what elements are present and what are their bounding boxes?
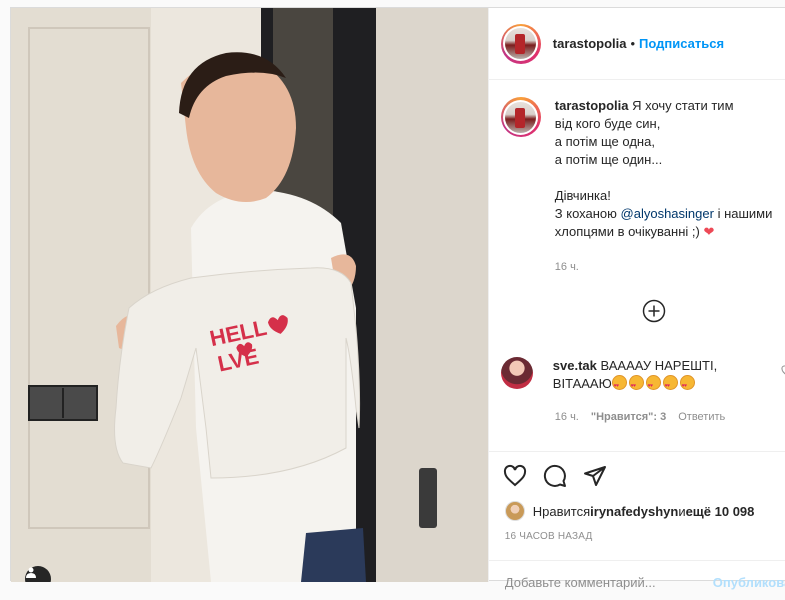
- caption-text: tarastopolia Я хочу стати тим від кого б…: [555, 97, 785, 241]
- photo-illustration: HELL LVE: [11, 8, 488, 582]
- comment-input[interactable]: [504, 575, 695, 590]
- share-icon[interactable]: [583, 464, 607, 488]
- author-username[interactable]: tarastopolia: [553, 36, 627, 51]
- comment-text: sve.tak ВААААУ НАРЕШТІ, ВІТАААЮ: [553, 357, 763, 395]
- post-modal: HELL LVE tarastopolia • Подписаться tara…: [10, 7, 785, 590]
- heart-eyes-emoji: [662, 375, 678, 395]
- liker-avatar: [504, 501, 525, 521]
- header-separator: •: [630, 36, 636, 51]
- author-avatar[interactable]: [500, 23, 541, 64]
- post-caption: tarastopolia Я хочу стати тим від кого б…: [500, 97, 785, 241]
- comments-scroll[interactable]: tarastopolia Я хочу стати тим від кого б…: [489, 81, 785, 451]
- user-tag-icon: [26, 567, 36, 578]
- post-time[interactable]: 16 ЧАСОВ НАЗАД: [505, 531, 593, 542]
- likes-mid: и: [678, 503, 686, 519]
- red-heart-emoji: ❤: [703, 224, 715, 239]
- comment-likes[interactable]: "Нравится": 3: [591, 411, 666, 423]
- likes-count[interactable]: ещё 10 098: [686, 504, 755, 519]
- comment-item: sve.tak ВААААУ НАРЕШТІ, ВІТАААЮ: [500, 357, 763, 395]
- caption-line: хлопцями в очікуванні ;): [554, 224, 704, 239]
- follow-button[interactable]: Подписаться: [639, 36, 724, 51]
- post-sidebar: tarastopolia • Подписаться tarastopolia …: [487, 8, 785, 590]
- load-more-comments-icon[interactable]: [642, 299, 666, 323]
- liker-username[interactable]: irynafedyshyn: [590, 504, 678, 519]
- caption-line: і нашими: [713, 206, 773, 221]
- comment-meta: 16 ч. "Нравится": 3 Ответить: [555, 411, 725, 423]
- comment-like-icon[interactable]: [781, 365, 785, 377]
- heart-eyes-emoji: [611, 375, 627, 395]
- post-actions: Нравится irynafedyshyn и ещё 10 098 16 Ч…: [488, 451, 785, 590]
- caption-username[interactable]: tarastopolia: [555, 98, 629, 113]
- action-icons: [503, 464, 607, 488]
- comment-time[interactable]: 16 ч.: [555, 411, 579, 423]
- heart-icon[interactable]: [503, 464, 527, 488]
- likes-prefix: Нравится: [532, 503, 591, 519]
- caption-line: Я хочу стати тим: [632, 98, 734, 113]
- comment-username[interactable]: sve.tak: [553, 358, 597, 373]
- comment-icon[interactable]: [543, 464, 567, 488]
- caption-line: Дівчинка!: [554, 188, 611, 203]
- heart-eyes-emoji: [628, 375, 644, 395]
- mention-link[interactable]: @alyoshasinger: [621, 206, 714, 221]
- likes-summary[interactable]: Нравится irynafedyshyn и ещё 10 098: [504, 501, 755, 521]
- caption-line: а потім ще один...: [554, 152, 663, 167]
- publish-button[interactable]: Опубликовать: [713, 575, 785, 590]
- add-comment-bar: Опубликовать: [488, 560, 785, 600]
- caption-line: від кого буде син,: [554, 116, 661, 131]
- post-photo[interactable]: HELL LVE: [11, 8, 488, 582]
- caption-avatar[interactable]: [500, 97, 541, 137]
- comment-avatar[interactable]: [500, 357, 533, 389]
- heart-eyes-emoji: [645, 375, 661, 395]
- reply-button[interactable]: Ответить: [678, 411, 725, 423]
- caption-time[interactable]: 16 ч.: [555, 261, 579, 273]
- heart-eyes-emoji: [679, 375, 695, 395]
- caption-line: а потім ще одна,: [554, 134, 655, 149]
- post-header: tarastopolia • Подписаться: [488, 8, 785, 80]
- caption-line: З коханою: [554, 206, 621, 221]
